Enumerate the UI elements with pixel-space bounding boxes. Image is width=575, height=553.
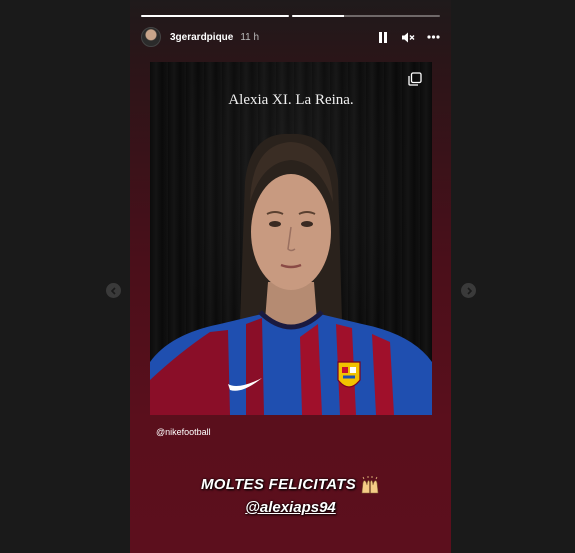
progress-fill xyxy=(141,15,289,17)
progress-segment xyxy=(141,15,289,17)
volume-muted-icon xyxy=(401,32,414,42)
progress-fill xyxy=(292,15,344,17)
photo-caption: Alexia XI. La Reina. xyxy=(228,92,354,108)
story-message: MOLTES FELICITATS xyxy=(130,476,451,494)
multiple-images-icon xyxy=(408,72,422,86)
pause-button[interactable] xyxy=(376,30,390,44)
message-text: MOLTES FELICITATS xyxy=(200,476,357,493)
story-header: 3gerardpique 11 h xyxy=(141,26,440,48)
mention-sticker[interactable]: @nikefootball xyxy=(156,427,211,437)
previous-story-button[interactable] xyxy=(106,283,121,298)
story-controls xyxy=(376,30,440,44)
mute-button[interactable] xyxy=(401,30,415,44)
tagged-user[interactable]: @alexiaps94 xyxy=(130,499,451,516)
next-story-button[interactable] xyxy=(461,283,476,298)
story-progress xyxy=(141,15,440,17)
timestamp: 11 h xyxy=(240,31,260,43)
more-options-icon xyxy=(426,35,440,39)
chevron-right-icon xyxy=(466,286,472,295)
raising-hands-emoji xyxy=(361,476,379,494)
story-photo: Alexia XI. La Reina. xyxy=(150,62,432,415)
progress-segment xyxy=(292,15,440,17)
portrait-figure xyxy=(150,133,432,415)
pause-icon xyxy=(379,31,387,43)
avatar[interactable] xyxy=(141,27,161,47)
more-options-button[interactable] xyxy=(426,30,440,44)
username[interactable]: 3gerardpique xyxy=(170,32,233,43)
story-viewer[interactable]: 3gerardpique 11 h Alexia XI. La Reina. @… xyxy=(130,0,451,553)
chevron-left-icon xyxy=(110,286,116,295)
